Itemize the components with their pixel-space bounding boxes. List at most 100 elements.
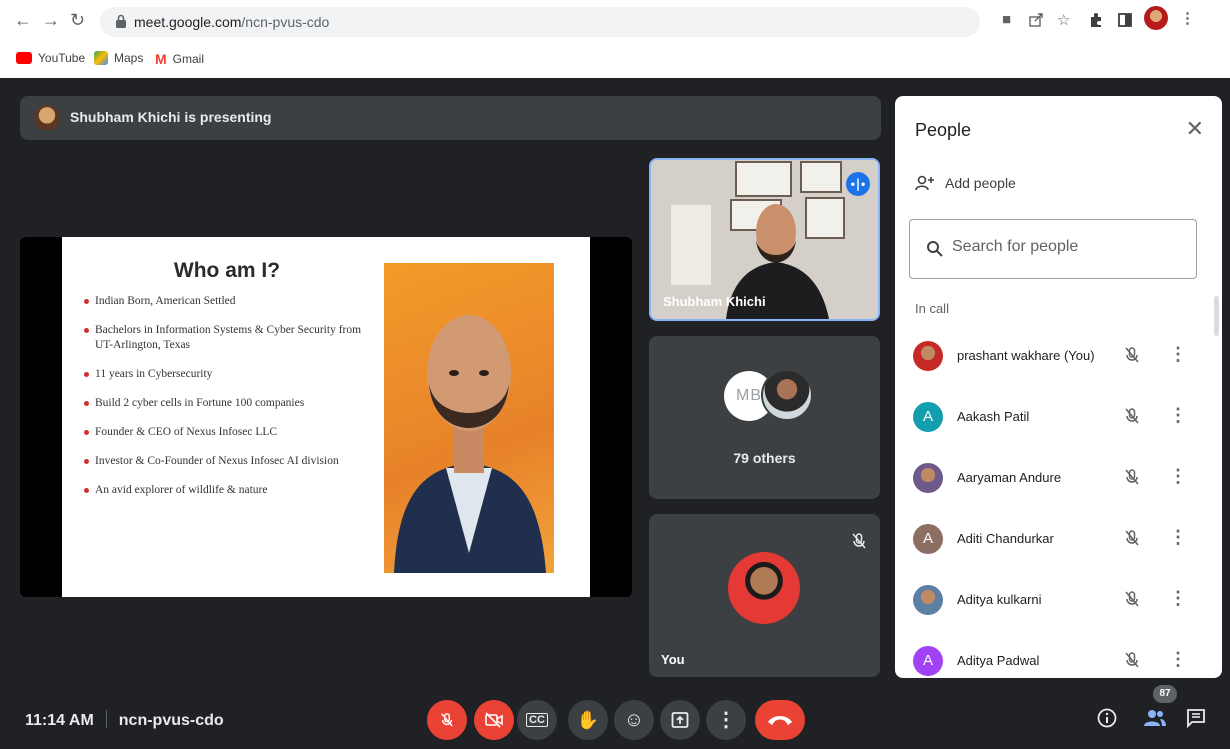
participant-avatar (913, 585, 943, 615)
back-icon[interactable]: ← (14, 10, 32, 31)
more-vert-icon[interactable]: ⋮ (1169, 588, 1187, 609)
leave-call-button[interactable] (755, 700, 805, 740)
others-tile[interactable]: MB 79 others (649, 336, 880, 499)
scrollbar[interactable] (1214, 296, 1219, 336)
present-button[interactable] (660, 700, 700, 740)
mic-off-icon[interactable] (1123, 529, 1141, 547)
participant-avatar: A (913, 646, 943, 676)
browser-chrome: ← → ↻ meet.google.com/ncn-pvus-cdo ■ ☆ ⋮… (0, 0, 1230, 78)
sidepanel-icon[interactable] (1118, 12, 1132, 28)
participant-name: Aditi Chandurkar (957, 531, 1054, 546)
speaker-photo (384, 263, 554, 573)
close-icon[interactable]: ✕ (1186, 116, 1204, 142)
meeting-code: ncn-pvus-cdo (118, 712, 224, 729)
star-icon[interactable]: ☆ (1057, 11, 1070, 29)
slide-bullet: An avid explorer of wildlife & nature (84, 483, 374, 498)
participant-avatar (913, 463, 943, 493)
bookmark-youtube[interactable]: YouTube (16, 51, 85, 65)
hang-up-icon (768, 716, 792, 725)
slide-bullet: Indian Born, American Settled (84, 294, 374, 309)
participant-list: prashant wakhare (You) ⋮ A Aakash Patil ⋮ Aar… (895, 326, 1205, 678)
mic-off-icon[interactable] (1123, 590, 1141, 608)
clock: 11:14 AM (25, 712, 94, 729)
participant-row[interactable]: Aditya kulkarni ⋮ (895, 570, 1205, 631)
more-vert-icon[interactable]: ⋮ (1169, 527, 1187, 548)
presenter-name: Shubham Khichi (663, 294, 766, 309)
participant-avatar (913, 341, 943, 371)
mic-off-icon[interactable] (1123, 407, 1141, 425)
address-bar[interactable]: meet.google.com/ncn-pvus-cdo (100, 7, 980, 37)
participant-row[interactable]: A Aakash Patil ⋮ (895, 387, 1205, 448)
extensions-icon[interactable] (1088, 12, 1104, 28)
divider (105, 710, 107, 728)
slide-title: Who am I? (173, 259, 281, 282)
bookmark-label: YouTube (38, 51, 86, 65)
mic-off-icon (852, 533, 866, 549)
menu-icon[interactable]: ⋮ (1180, 9, 1195, 27)
bookmarks-bar: YouTube Maps M Gmail (0, 46, 1230, 72)
mic-off-icon[interactable] (1123, 651, 1141, 669)
participant-row[interactable]: A Aditi Chandurkar ⋮ (895, 509, 1205, 570)
camera-icon[interactable]: ■ (1002, 11, 1011, 28)
reactions-button[interactable]: ☺ (614, 700, 654, 740)
search-icon (927, 241, 943, 257)
maps-icon (94, 51, 108, 65)
youtube-icon (16, 52, 32, 64)
forward-icon[interactable]: → (42, 10, 60, 31)
presenting-banner: Shubham Khichi is presenting (20, 96, 881, 140)
people-icon[interactable] (1143, 708, 1167, 728)
bookmark-label: Gmail (172, 52, 205, 66)
more-options-button[interactable]: ⋮ (706, 700, 746, 740)
presentation-frame[interactable]: Who am I? Indian Born, American Settled … (20, 237, 632, 597)
self-avatar (728, 552, 800, 624)
camera-off-icon (485, 712, 503, 728)
chat-icon[interactable] (1186, 708, 1206, 728)
captions-button[interactable]: CC (517, 700, 557, 740)
more-vert-icon[interactable]: ⋮ (1169, 649, 1187, 670)
self-label: You (661, 652, 685, 667)
more-vert-icon[interactable]: ⋮ (1169, 466, 1187, 487)
self-tile[interactable]: You (649, 514, 880, 677)
speaking-indicator-icon: •∣• (846, 172, 870, 196)
profile-avatar[interactable] (1144, 6, 1168, 30)
more-vert-icon[interactable]: ⋮ (1169, 405, 1187, 426)
participant-avatar: A (913, 402, 943, 432)
participant-name: Aakash Patil (957, 409, 1030, 424)
presenting-text: Shubham Khichi is presenting (70, 109, 272, 125)
participant-name: prashant wakhare (You) (957, 348, 1095, 363)
camera-toggle-button[interactable] (474, 700, 514, 740)
more-vert-icon: ⋮ (716, 709, 736, 731)
bookmark-maps[interactable]: Maps (94, 51, 143, 65)
participant-name: Aditya kulkarni (957, 592, 1042, 607)
participant-row[interactable]: A Aditya Padwal ⋮ (895, 631, 1205, 678)
control-bar: 11:14 AM ncn-pvus-cdo CC ✋ ☺ ⋮ (0, 690, 1230, 749)
slide-bullet: 11 years in Cybersecurity (84, 367, 374, 382)
slide-bullet: Bachelors in Information Systems & Cyber… (84, 323, 374, 353)
participant-row[interactable]: Aaryaman Andure ⋮ (895, 448, 1205, 509)
present-screen-icon (671, 712, 689, 728)
bookmark-label: Maps (114, 51, 144, 65)
add-people-button[interactable]: Add people (915, 174, 1016, 192)
search-input[interactable] (952, 238, 1182, 256)
captions-icon: CC (526, 713, 548, 727)
bookmark-gmail[interactable]: M Gmail (155, 51, 204, 67)
meeting-details-icon[interactable] (1097, 708, 1117, 728)
participant-name: Aditya Padwal (957, 653, 1040, 668)
mic-toggle-button[interactable] (427, 700, 467, 740)
meeting-meta: 11:14 AM ncn-pvus-cdo (25, 710, 224, 730)
more-vert-icon[interactable]: ⋮ (1169, 344, 1187, 365)
presenter-tile[interactable]: •∣• Shubham Khichi (649, 158, 880, 321)
participant-row[interactable]: prashant wakhare (You) ⋮ (895, 326, 1205, 387)
search-box[interactable] (909, 219, 1197, 279)
url-text: meet.google.com/ncn-pvus-cdo (134, 14, 330, 30)
others-count-label: 79 others (733, 450, 796, 466)
reload-icon[interactable]: ↻ (70, 10, 85, 31)
slide-bullets: Indian Born, American Settled Bachelors … (84, 294, 374, 512)
mic-off-icon[interactable] (1123, 346, 1141, 364)
raise-hand-button[interactable]: ✋ (568, 700, 608, 740)
add-people-label: Add people (945, 175, 1016, 191)
mic-off-icon[interactable] (1123, 468, 1141, 486)
add-person-icon (915, 175, 934, 191)
share-icon[interactable] (1028, 12, 1044, 28)
panel-title: People (915, 120, 972, 140)
